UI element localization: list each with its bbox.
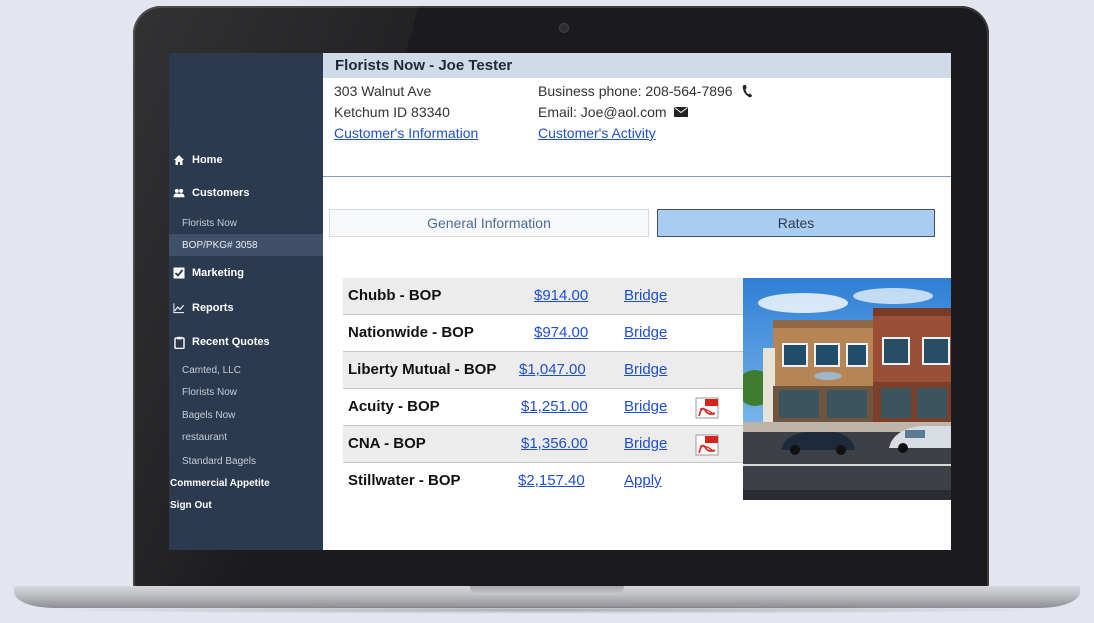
phone-icon [742,84,753,98]
webcam [559,23,569,33]
table-row: Stillwater - BOP $2,157.40 Apply [343,463,743,500]
sidebar: Home Customers Florists Now BOP/PKG# 305… [169,53,323,550]
address-line-2: Ketchum ID 83340 [334,104,450,120]
pdf-icon[interactable] [695,397,723,419]
carrier-name: CNA - BOP [348,435,426,452]
carrier-name: Nationwide - BOP [348,324,474,341]
recent-quote-label: Bagels Now [182,409,236,421]
bridge-link[interactable]: Bridge [624,435,667,452]
sidebar-subitem-label: BOP/PKG# 3058 [182,239,258,251]
sidebar-item-reports[interactable]: Reports [169,297,323,319]
carrier-name: Liberty Mutual - BOP [348,361,497,378]
checkbox-icon [173,267,185,279]
clipboard-icon [173,336,185,349]
bridge-link[interactable]: Bridge [624,361,667,378]
table-row: Chubb - BOP $914.00 Bridge [343,278,743,315]
sidebar-item-label: Reports [192,302,234,314]
sidebar-item-commercial-appetite[interactable]: Commercial Appetite [169,478,270,489]
table-row: Acuity - BOP $1,251.00 Bridge [343,389,743,426]
price-link[interactable]: $914.00 [534,287,588,304]
customer-activity-link[interactable]: Customer's Activity [538,125,656,141]
chart-icon [173,302,185,314]
header-divider [323,176,951,177]
page-title: Florists Now - Joe Tester [323,53,951,78]
sidebar-item-label: Marketing [192,267,244,279]
customer-information-link[interactable]: Customer's Information [334,125,478,141]
laptop-notch [470,586,624,595]
business-phone-text: Business phone: 208-564-7896 [538,83,733,99]
apply-link[interactable]: Apply [624,472,662,489]
price-link[interactable]: $1,356.00 [521,435,588,452]
recent-quote-item[interactable]: Bagels Now [169,404,323,426]
recent-quote-item[interactable]: Camted, LLC [169,359,323,381]
home-icon [173,154,185,166]
sidebar-subitem-florists-now[interactable]: Florists Now [169,212,323,234]
laptop-shadow [30,606,1064,614]
tab-rates[interactable]: Rates [657,209,935,237]
carrier-name: Acuity - BOP [348,398,440,415]
sidebar-item-recent-quotes[interactable]: Recent Quotes [169,331,323,353]
recent-quote-label: Florists Now [182,386,238,398]
address-line-1: 303 Walnut Ave [334,83,432,99]
bridge-link[interactable]: Bridge [624,398,667,415]
recent-quote-label: Camted, LLC [182,364,241,376]
envelope-icon [673,107,688,117]
price-link[interactable]: $974.00 [534,324,588,341]
price-link[interactable]: $1,047.00 [519,361,586,378]
sidebar-item-label: Recent Quotes [192,336,270,348]
storefront-photo [743,278,951,500]
sidebar-item-marketing[interactable]: Marketing [169,262,323,284]
email: Email: Joe@aol.com [538,104,688,120]
recent-quote-item[interactable]: Florists Now [169,381,323,403]
recent-quote-label: restaurant [182,431,228,443]
sidebar-item-customers[interactable]: Customers [169,182,323,204]
users-icon [173,187,185,199]
sidebar-item-label: Customers [192,187,250,199]
sidebar-item-home[interactable]: Home [169,149,323,171]
sidebar-subitem-label: Florists Now [182,217,238,229]
sidebar-item-label: Home [192,154,223,166]
main-content: Florists Now - Joe Tester 303 Walnut Ave… [323,53,951,550]
table-row: Nationwide - BOP $974.00 Bridge [343,315,743,352]
price-link[interactable]: $1,251.00 [521,398,588,415]
tab-general-information[interactable]: General Information [329,209,649,237]
recent-quote-item[interactable]: Standard Bagels [169,450,323,472]
carrier-name: Chubb - BOP [348,287,442,304]
sidebar-item-sign-out[interactable]: Sign Out [169,500,212,511]
carrier-name: Stillwater - BOP [348,472,461,489]
bridge-link[interactable]: Bridge [624,324,667,341]
price-link[interactable]: $2,157.40 [518,472,585,489]
business-phone: Business phone: 208-564-7896 [538,83,753,99]
app-screen: Home Customers Florists Now BOP/PKG# 305… [169,53,951,550]
email-text: Email: Joe@aol.com [538,104,667,120]
table-row: Liberty Mutual - BOP $1,047.00 Bridge [343,352,743,389]
pdf-icon[interactable] [695,434,723,456]
recent-quote-label: Standard Bagels [182,455,256,467]
bridge-link[interactable]: Bridge [624,287,667,304]
table-row: CNA - BOP $1,356.00 Bridge [343,426,743,463]
sidebar-subitem-bop-pkg[interactable]: BOP/PKG# 3058 [169,234,323,256]
recent-quote-item[interactable]: restaurant [169,426,323,448]
